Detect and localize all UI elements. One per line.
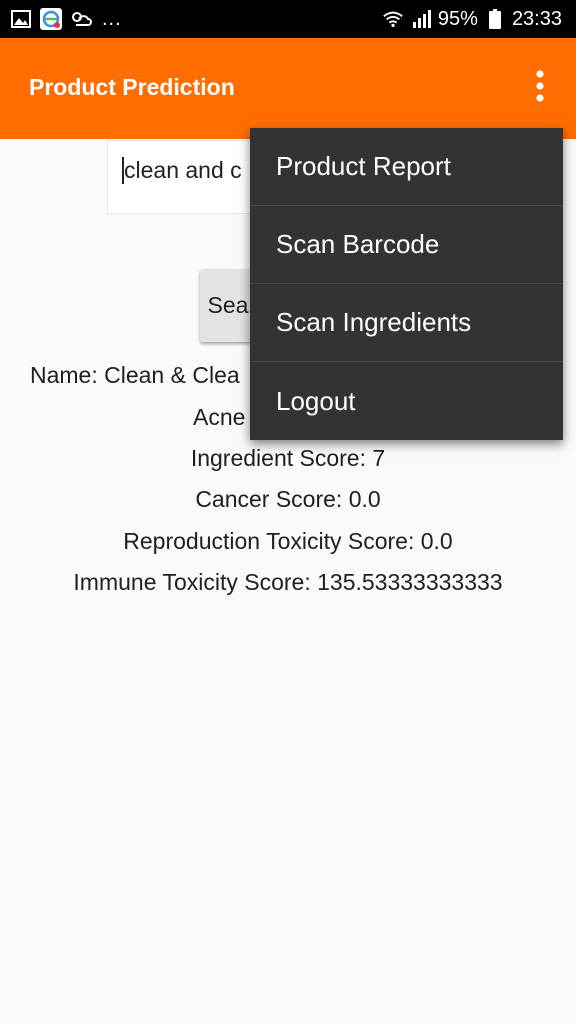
menu-item-scan-ingredients[interactable]: Scan Ingredients bbox=[250, 284, 563, 362]
status-bar-notifications: ... bbox=[10, 8, 122, 31]
status-bar: ... 95% 23:33 bbox=[0, 0, 576, 38]
signal-icon bbox=[410, 8, 432, 30]
reproduction-toxicity-score: Reproduction Toxicity Score: 0.0 bbox=[123, 528, 453, 554]
product-name: Name: Clean & Clea bbox=[30, 362, 240, 388]
more-notifications: ... bbox=[102, 7, 122, 30]
overflow-menu: Product Report Scan Barcode Scan Ingredi… bbox=[250, 128, 563, 440]
app-title: Product Prediction bbox=[29, 74, 235, 100]
wifi-icon bbox=[382, 8, 404, 30]
more-vert-icon bbox=[535, 69, 545, 107]
search-button-label: Sea bbox=[207, 292, 249, 318]
ingredient-score: Ingredient Score: 7 bbox=[190, 445, 386, 471]
gallery-icon bbox=[10, 8, 32, 30]
status-bar-system: 95% 23:33 bbox=[382, 8, 562, 31]
menu-item-logout[interactable]: Logout bbox=[250, 362, 563, 440]
menu-item-scan-barcode[interactable]: Scan Barcode bbox=[250, 206, 563, 284]
cancer-score: Cancer Score: 0.0 bbox=[195, 486, 381, 512]
weather-icon bbox=[70, 8, 92, 30]
menu-item-product-report[interactable]: Product Report bbox=[250, 128, 563, 206]
app-notification-icon bbox=[40, 8, 62, 30]
immune-toxicity-score: Immune Toxicity Score: 135.53333333333 bbox=[73, 569, 503, 595]
battery-percentage: 95% bbox=[437, 7, 478, 30]
battery-icon bbox=[484, 8, 506, 30]
acne-score: Acne bbox=[193, 404, 246, 430]
app-bar: Product Prediction bbox=[0, 38, 576, 139]
overflow-menu-button[interactable] bbox=[520, 68, 560, 108]
clock: 23:33 bbox=[511, 7, 562, 30]
search-input-value: clean and c bbox=[122, 157, 242, 184]
